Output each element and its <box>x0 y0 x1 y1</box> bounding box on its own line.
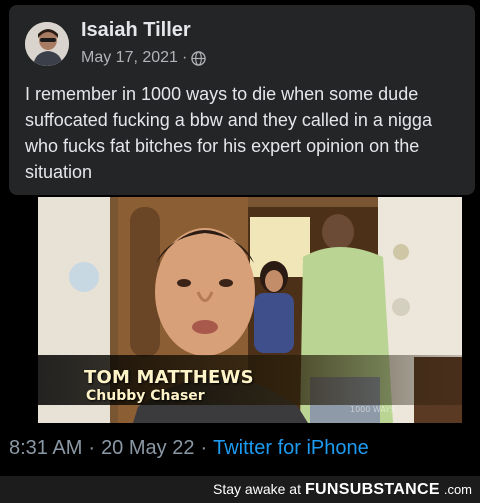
tweet-time[interactable]: 8:31 AM <box>9 437 82 460</box>
tweet-date[interactable]: 20 May 22 <box>101 437 194 460</box>
author-name[interactable]: Isaiah Tiller <box>81 19 191 42</box>
post-date[interactable]: May 17, 2021 <box>81 49 178 67</box>
tweet-separator: · <box>88 437 96 459</box>
funsubstance-watermark[interactable]: Stay awake at FUNSUBSTANCE .com <box>213 481 472 499</box>
post-meta: May 17, 2021 · <box>81 49 206 67</box>
avatar-image <box>25 22 69 66</box>
brand-bar: Stay awake at FUNSUBSTANCE .com <box>0 476 480 503</box>
lower-third-title: Chubby Chaser <box>86 388 205 404</box>
post-text: I remember in 1000 ways to die when some… <box>25 84 432 182</box>
brand-domain: .com <box>443 482 472 497</box>
tweet-footer: 8:31 AM · 20 May 22 · Twitter for iPhone <box>9 437 369 460</box>
lower-third-name: TOM MATTHEWS <box>84 367 254 388</box>
brand-prefix: Stay awake at <box>213 481 301 497</box>
facebook-post-card: Isaiah Tiller May 17, 2021 · I remember … <box>9 5 475 195</box>
brand-logo: FUNSUBSTANCE <box>304 481 440 498</box>
tv-watermark: 1000 WAYS <box>350 405 396 414</box>
meta-separator: · <box>181 49 188 66</box>
globe-icon <box>191 50 206 66</box>
tweet-separator-2: · <box>200 437 208 459</box>
tweet-source-link[interactable]: Twitter for iPhone <box>213 437 369 460</box>
avatar[interactable] <box>25 22 69 66</box>
